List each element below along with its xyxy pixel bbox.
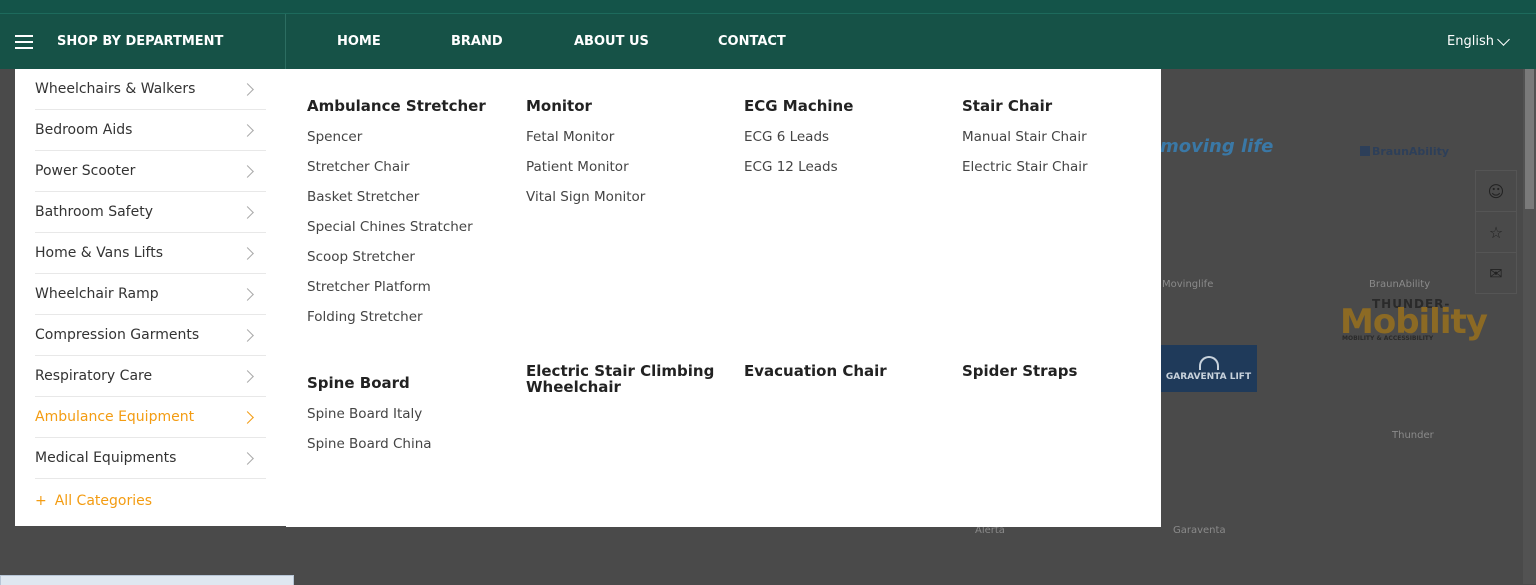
mega-heading[interactable]: Evacuation Chair	[744, 363, 954, 379]
sidebar-item-medical-equipments[interactable]: Medical Equipments	[35, 438, 266, 479]
chevron-right-icon	[241, 451, 254, 465]
nav-contact[interactable]: CONTACT	[718, 14, 786, 69]
brand-name-garaventa[interactable]: Garaventa	[1173, 525, 1226, 536]
mega-link-electric-stair-chair[interactable]: Electric Stair Chair	[962, 158, 1172, 188]
brand-name-braunability[interactable]: BraunAbility	[1369, 279, 1430, 290]
mega-heading[interactable]: ECG Machine	[744, 98, 954, 114]
main-navbar: SHOP BY DEPARTMENT HOME BRAND ABOUT US C…	[0, 14, 1536, 69]
page-scrollbar[interactable]	[1523, 69, 1536, 584]
sidebar-item-ambulance-equipment[interactable]: Ambulance Equipment	[35, 397, 266, 438]
chevron-right-icon	[241, 82, 254, 96]
mega-link-vital-sign-monitor[interactable]: Vital Sign Monitor	[526, 188, 736, 218]
mega-col-ambulance-stretcher: Ambulance Stretcher Spencer Stretcher Ch…	[307, 98, 517, 338]
mega-heading[interactable]: Monitor	[526, 98, 736, 114]
chevron-right-icon	[241, 410, 254, 424]
mega-col-stair-chair: Stair Chair Manual Stair Chair Electric …	[962, 98, 1172, 188]
mega-link-patient-monitor[interactable]: Patient Monitor	[526, 158, 736, 188]
mega-col-spider-straps: Spider Straps	[962, 363, 1172, 393]
department-label: SHOP BY DEPARTMENT	[57, 34, 224, 49]
side-icon-bar: ☺ ☆ ✉	[1475, 170, 1517, 294]
mega-link-stretcher-chair[interactable]: Stretcher Chair	[307, 158, 517, 188]
braunability-logo: BraunAbility	[1360, 145, 1449, 158]
sidebar-item-wheelchair-ramp[interactable]: Wheelchair Ramp	[35, 274, 266, 315]
mega-heading[interactable]: Spider Straps	[962, 363, 1172, 379]
sidebar-item-power-scooter[interactable]: Power Scooter	[35, 151, 266, 192]
chevron-right-icon	[241, 287, 254, 301]
all-categories-link[interactable]: + All Categories	[35, 493, 152, 509]
mega-col-ecg-machine: ECG Machine ECG 6 Leads ECG 12 Leads	[744, 98, 954, 188]
chevron-right-icon	[241, 369, 254, 383]
nav-about-us[interactable]: ABOUT US	[574, 14, 649, 69]
mega-link-ecg-12-leads[interactable]: ECG 12 Leads	[744, 158, 954, 188]
mega-col-evacuation-chair: Evacuation Chair	[744, 363, 954, 393]
mega-heading[interactable]: Spine Board	[307, 375, 517, 391]
mega-heading[interactable]: Ambulance Stretcher	[307, 98, 517, 114]
language-selector[interactable]: English	[1447, 14, 1510, 69]
mega-link-ecg-6-leads[interactable]: ECG 6 Leads	[744, 128, 954, 158]
sidebar-item-bathroom-safety[interactable]: Bathroom Safety	[35, 192, 266, 233]
mega-link-manual-stair-chair[interactable]: Manual Stair Chair	[962, 128, 1172, 158]
chevron-right-icon	[241, 205, 254, 219]
mega-menu-panel: Ambulance Stretcher Spencer Stretcher Ch…	[286, 69, 1161, 527]
sidebar-item-compression-garments[interactable]: Compression Garments	[35, 315, 266, 356]
mega-link-spine-board-italy[interactable]: Spine Board Italy	[307, 405, 517, 435]
top-strip	[0, 0, 1536, 14]
mega-col-electric-stair-climbing: Electric Stair Climbing Wheelchair	[526, 363, 716, 409]
sidebar-item-wheelchairs-walkers[interactable]: Wheelchairs & Walkers	[35, 69, 266, 110]
shop-by-department-button[interactable]: SHOP BY DEPARTMENT	[0, 14, 286, 69]
nav-home[interactable]: HOME	[337, 14, 381, 69]
mail-icon[interactable]: ✉	[1476, 253, 1516, 293]
user-icon[interactable]: ☺	[1476, 171, 1516, 212]
mega-col-spine-board: Spine Board Spine Board Italy Spine Boar…	[307, 375, 517, 465]
sidebar-item-bedroom-aids[interactable]: Bedroom Aids	[35, 110, 266, 151]
mega-link-folding-stretcher[interactable]: Folding Stretcher	[307, 308, 517, 338]
chevron-down-icon	[1497, 32, 1510, 46]
thunder-mobility-logo: THUNDER- Mobility MOBILITY & ACCESSIBILI…	[1340, 297, 1488, 342]
language-label: English	[1447, 34, 1494, 49]
mega-link-basket-stretcher[interactable]: Basket Stretcher	[307, 188, 517, 218]
garaventa-logo: GARAVENTA LIFT	[1160, 345, 1257, 392]
hamburger-icon	[15, 34, 33, 49]
mega-link-scoop-stretcher[interactable]: Scoop Stretcher	[307, 248, 517, 278]
mega-link-fetal-monitor[interactable]: Fetal Monitor	[526, 128, 736, 158]
movinglife-logo: moving life	[1160, 136, 1274, 157]
nav-brand[interactable]: BRAND	[451, 14, 503, 69]
brand-name-movinglife[interactable]: Movinglife	[1162, 279, 1213, 290]
brand-name-thunder[interactable]: Thunder	[1392, 430, 1434, 441]
mega-link-spencer[interactable]: Spencer	[307, 128, 517, 158]
sidebar-item-home-vans-lifts[interactable]: Home & Vans Lifts	[35, 233, 266, 274]
chevron-right-icon	[241, 164, 254, 178]
category-sidebar: Wheelchairs & Walkers Bedroom Aids Power…	[15, 69, 286, 526]
chevron-right-icon	[241, 246, 254, 260]
plus-icon: +	[35, 493, 47, 509]
mega-col-monitor: Monitor Fetal Monitor Patient Monitor Vi…	[526, 98, 736, 218]
chevron-right-icon	[241, 123, 254, 137]
sidebar-item-respiratory-care[interactable]: Respiratory Care	[35, 356, 266, 397]
mega-heading[interactable]: Electric Stair Climbing Wheelchair	[526, 363, 716, 395]
star-icon[interactable]: ☆	[1476, 212, 1516, 253]
scroll-thumb[interactable]	[1525, 69, 1534, 209]
mega-link-stretcher-platform[interactable]: Stretcher Platform	[307, 278, 517, 308]
mega-heading[interactable]: Stair Chair	[962, 98, 1172, 114]
chevron-right-icon	[241, 328, 254, 342]
mega-link-spine-board-china[interactable]: Spine Board China	[307, 435, 517, 465]
mega-link-special-chines-stratcher[interactable]: Special Chines Stratcher	[307, 218, 517, 248]
